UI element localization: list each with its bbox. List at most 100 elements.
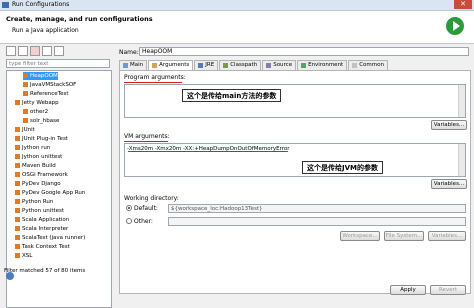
tree-item-label: Python Run bbox=[22, 199, 54, 205]
working-directory-label: Working directory: bbox=[124, 195, 179, 202]
title-bar: Run Configurations ✕ bbox=[0, 0, 474, 11]
duplicate-icon[interactable] bbox=[18, 46, 28, 56]
tree-item-label: Jetty Webapp bbox=[22, 100, 59, 106]
tree-item-label: Scala Interpreter bbox=[22, 226, 69, 232]
tree-item-icon bbox=[23, 109, 28, 114]
arguments-icon bbox=[152, 63, 158, 68]
filter-input[interactable]: type filter text bbox=[6, 59, 110, 68]
program-arguments-underline bbox=[124, 82, 182, 83]
common-icon bbox=[352, 63, 358, 68]
tree-item[interactable]: JavaVMStackSOF bbox=[23, 81, 76, 89]
tree-item-label: JUnit bbox=[22, 127, 35, 133]
config-toolbar bbox=[6, 46, 64, 56]
tree-item[interactable]: PyDev Google App Run bbox=[15, 189, 85, 197]
vm-arguments-scrollbar[interactable] bbox=[458, 144, 465, 176]
tree-item[interactable]: JUnit bbox=[15, 126, 35, 134]
tree-item-icon bbox=[15, 154, 20, 159]
tab-source[interactable]: Source bbox=[262, 60, 297, 70]
configuration-list-panel: type filter text HeapOOM JavaVMStackSOF Re… bbox=[4, 46, 114, 308]
tree-item-label: JavaVMStackSOF bbox=[30, 82, 77, 88]
file-system-button[interactable]: File System... bbox=[384, 231, 424, 241]
vm-arguments-value-underline bbox=[128, 151, 288, 152]
collapse-all-icon[interactable] bbox=[42, 46, 52, 56]
default-directory-field: ${workspace_loc:Hadoop13Test} bbox=[168, 204, 466, 213]
tab-jre[interactable]: JRE bbox=[194, 60, 219, 70]
source-icon bbox=[266, 63, 272, 68]
delete-icon[interactable] bbox=[30, 46, 40, 56]
configuration-editor: Name: HeapOOM Main Arguments JRE Classpa… bbox=[119, 46, 471, 295]
vm-variables-button[interactable]: Variables... bbox=[431, 179, 467, 189]
tab-environment[interactable]: Environment bbox=[297, 60, 348, 70]
tree-item[interactable]: Python unittest bbox=[15, 207, 64, 215]
tree-item[interactable]: ScalaTest (java runner) bbox=[15, 234, 85, 242]
name-label: Name: bbox=[119, 49, 139, 56]
working-dir-variables-button[interactable]: Variables... bbox=[428, 231, 466, 241]
tab-main[interactable]: Main bbox=[119, 60, 148, 70]
tree-item[interactable]: Jetty Webapp bbox=[15, 99, 59, 107]
tree-item[interactable]: Jython unittest bbox=[15, 153, 62, 161]
revert-button[interactable]: Revert bbox=[430, 285, 466, 295]
tree-item-icon bbox=[15, 190, 20, 195]
program-arguments-scrollbar[interactable] bbox=[458, 85, 465, 117]
tree-item-label: Task Context Test bbox=[22, 244, 70, 250]
tree-item[interactable]: Scala Interpreter bbox=[15, 225, 68, 233]
tree-item-icon bbox=[15, 145, 20, 150]
tree-item-icon bbox=[23, 82, 28, 87]
tree-item-label: ReferenceTest bbox=[30, 91, 69, 97]
other-radio[interactable] bbox=[126, 218, 132, 224]
tree-item-label: Maven Build bbox=[22, 163, 56, 169]
filter-icon[interactable] bbox=[54, 46, 64, 56]
tab-arguments[interactable]: Arguments bbox=[148, 60, 194, 70]
program-arguments-callout: 这个是传给main方法的参数 bbox=[182, 89, 282, 102]
tree-item-label: PyDev Google App Run bbox=[22, 190, 86, 196]
arguments-panel: Program arguments: 这个是传给main方法的参数 Variab… bbox=[119, 70, 471, 295]
tree-item-icon bbox=[23, 73, 28, 78]
name-field[interactable]: HeapOOM bbox=[139, 47, 469, 56]
tree-item-icon bbox=[15, 199, 20, 204]
tree-item-icon bbox=[15, 226, 20, 231]
tree-item[interactable]: XSL bbox=[15, 252, 32, 260]
environment-icon bbox=[301, 63, 307, 68]
tree-item-label: XSL bbox=[22, 253, 33, 259]
tree-item-icon bbox=[15, 100, 20, 105]
tree-item-icon bbox=[15, 208, 20, 213]
tree-item[interactable]: PyDev Django bbox=[15, 180, 61, 188]
tree-item-icon bbox=[15, 181, 20, 186]
tree-item[interactable]: Jython run bbox=[15, 144, 50, 152]
tree-item[interactable]: JUnit Plug-in Test bbox=[15, 135, 68, 143]
program-arguments-label: Program arguments: bbox=[124, 74, 186, 81]
apply-button[interactable]: Apply bbox=[390, 285, 426, 295]
default-label: Default: bbox=[134, 205, 158, 212]
classpath-icon bbox=[223, 63, 229, 68]
main-icon bbox=[123, 63, 128, 68]
tree-item-label: HeapOOM bbox=[30, 73, 58, 79]
tree-item-label: Jython unittest bbox=[22, 154, 63, 160]
tree-item[interactable]: Python Run bbox=[15, 198, 53, 206]
tree-item-label: ScalaTest (java runner) bbox=[22, 235, 86, 241]
default-radio[interactable] bbox=[126, 205, 132, 211]
tree-item-icon bbox=[23, 118, 28, 123]
program-arguments-field[interactable] bbox=[124, 84, 466, 118]
other-directory-field[interactable] bbox=[168, 217, 466, 226]
tree-item[interactable]: Task Context Test bbox=[15, 243, 70, 251]
tree-item-label: PyDev Django bbox=[22, 181, 61, 187]
vm-arguments-field[interactable]: -Xms20m -Xmx20m -XX:+HeapDumpOnOutOfMemo… bbox=[124, 143, 466, 177]
tree-item[interactable]: Maven Build bbox=[15, 162, 56, 170]
tree-item[interactable]: HeapOOM bbox=[23, 72, 58, 80]
tab-classpath[interactable]: Classpath bbox=[219, 60, 262, 70]
close-window-button[interactable]: ✕ bbox=[454, 0, 472, 9]
tab-common[interactable]: Common bbox=[348, 60, 388, 70]
vm-arguments-underline bbox=[124, 141, 168, 142]
tree-item[interactable]: solr_hbase bbox=[23, 117, 59, 125]
tree-item-label: other2 bbox=[30, 109, 49, 115]
tree-item[interactable]: Scala Application bbox=[15, 216, 69, 224]
workspace-button[interactable]: Workspace... bbox=[340, 231, 380, 241]
tree-item-icon bbox=[15, 253, 20, 258]
tree-item[interactable]: OSGi Framework bbox=[15, 171, 68, 179]
other-label: Other: bbox=[134, 218, 153, 225]
tree-item[interactable]: other2 bbox=[23, 108, 48, 116]
program-variables-button[interactable]: Variables... bbox=[431, 120, 467, 130]
tree-item[interactable]: ReferenceTest bbox=[23, 90, 69, 98]
header-subtitle: Run a Java application bbox=[12, 27, 79, 34]
new-config-icon[interactable] bbox=[6, 46, 16, 56]
